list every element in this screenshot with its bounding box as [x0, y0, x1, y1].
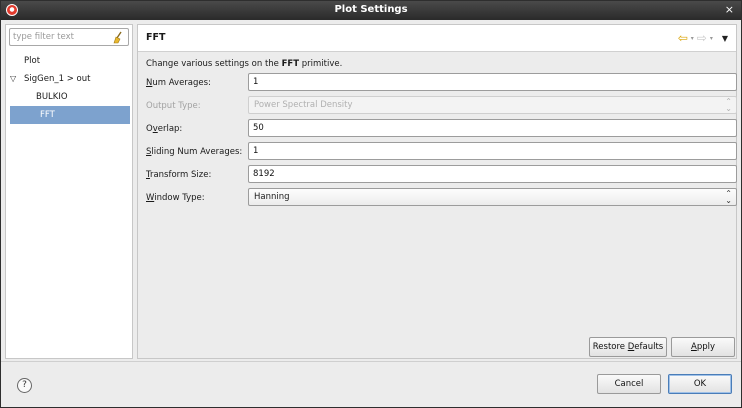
updown-chevron-icon: ⌃ ⌄: [725, 97, 732, 113]
restore-defaults-button[interactable]: Restore Defaults: [589, 337, 667, 357]
tree-item-label: Plot: [24, 56, 41, 66]
overlap-label: Overlap:: [146, 124, 183, 134]
filter-input[interactable]: [13, 31, 109, 43]
tree-item-siggen[interactable]: ▽ SigGen_1 > out: [6, 70, 132, 88]
window-title: Plot Settings: [334, 4, 408, 15]
num-averages-input[interactable]: [249, 74, 736, 90]
window-type-value: Hanning: [254, 192, 290, 202]
collapse-toggle-icon[interactable]: ▽: [10, 70, 16, 88]
output-type-value: Power Spectral Density: [254, 100, 353, 110]
filter-box: [9, 28, 129, 46]
sliding-num-averages-field: [248, 142, 737, 160]
window-type-select[interactable]: Hanning ⌃ ⌄: [248, 188, 737, 206]
overlap-field: [248, 119, 737, 137]
tree-item-label: BULKIO: [36, 92, 68, 102]
tree-item-bulkio[interactable]: BULKIO: [6, 88, 132, 106]
dialog-button-bar: ? Cancel OK: [1, 361, 741, 407]
clear-filter-icon[interactable]: [112, 31, 124, 44]
output-type-label: Output Type:: [146, 101, 201, 111]
help-icon[interactable]: ?: [17, 378, 32, 393]
tree-item-label: SigGen_1 > out: [24, 74, 91, 84]
num-averages-label: Num Averages:: [146, 78, 211, 88]
tree-item-plot[interactable]: Plot: [6, 52, 132, 70]
transform-size-label: Transform Size:: [146, 170, 212, 180]
page-header: FFT ⇦ ▾ ⇨ ▾ ▼: [138, 25, 736, 52]
history-nav: ⇦ ▾ ⇨ ▾ ▼: [678, 31, 728, 45]
back-history-dropdown-icon[interactable]: ▾: [691, 35, 694, 42]
sliding-num-averages-label: Sliding Num Averages:: [146, 147, 243, 157]
close-icon[interactable]: ×: [725, 3, 734, 16]
output-type-select: Power Spectral Density ⌃ ⌄: [248, 96, 737, 114]
page-description: Change various settings on the FFT primi…: [146, 59, 343, 69]
forward-arrow-icon[interactable]: ⇨: [697, 31, 707, 45]
tree-item-fft[interactable]: FFT: [10, 106, 130, 124]
updown-chevron-icon: ⌃ ⌄: [725, 189, 732, 205]
ok-button[interactable]: OK: [668, 374, 732, 394]
transform-size-input[interactable]: [249, 166, 736, 182]
preference-tree-pane: Plot ▽ SigGen_1 > out BULKIO FFT: [5, 24, 133, 359]
settings-tree: Plot ▽ SigGen_1 > out BULKIO FFT: [6, 52, 132, 124]
preference-page: FFT ⇦ ▾ ⇨ ▾ ▼ Change various settings on…: [137, 24, 737, 359]
back-arrow-icon[interactable]: ⇦: [678, 31, 688, 45]
title-bar[interactable]: Plot Settings ×: [1, 1, 741, 20]
window-type-label: Window Type:: [146, 193, 205, 203]
overlap-input[interactable]: [249, 120, 736, 136]
apply-button[interactable]: Apply: [671, 337, 735, 357]
view-menu-icon[interactable]: ▼: [722, 34, 728, 43]
tree-item-label: FFT: [40, 110, 55, 120]
forward-history-dropdown-icon[interactable]: ▾: [710, 35, 713, 42]
transform-size-field: [248, 165, 737, 183]
page-title: FFT: [146, 32, 166, 43]
sliding-num-averages-input[interactable]: [249, 143, 736, 159]
plot-settings-dialog: Plot Settings × Plot ▽ SigGen_1 > out BU…: [0, 0, 742, 408]
cancel-button[interactable]: Cancel: [597, 374, 661, 394]
num-averages-field: [248, 73, 737, 91]
